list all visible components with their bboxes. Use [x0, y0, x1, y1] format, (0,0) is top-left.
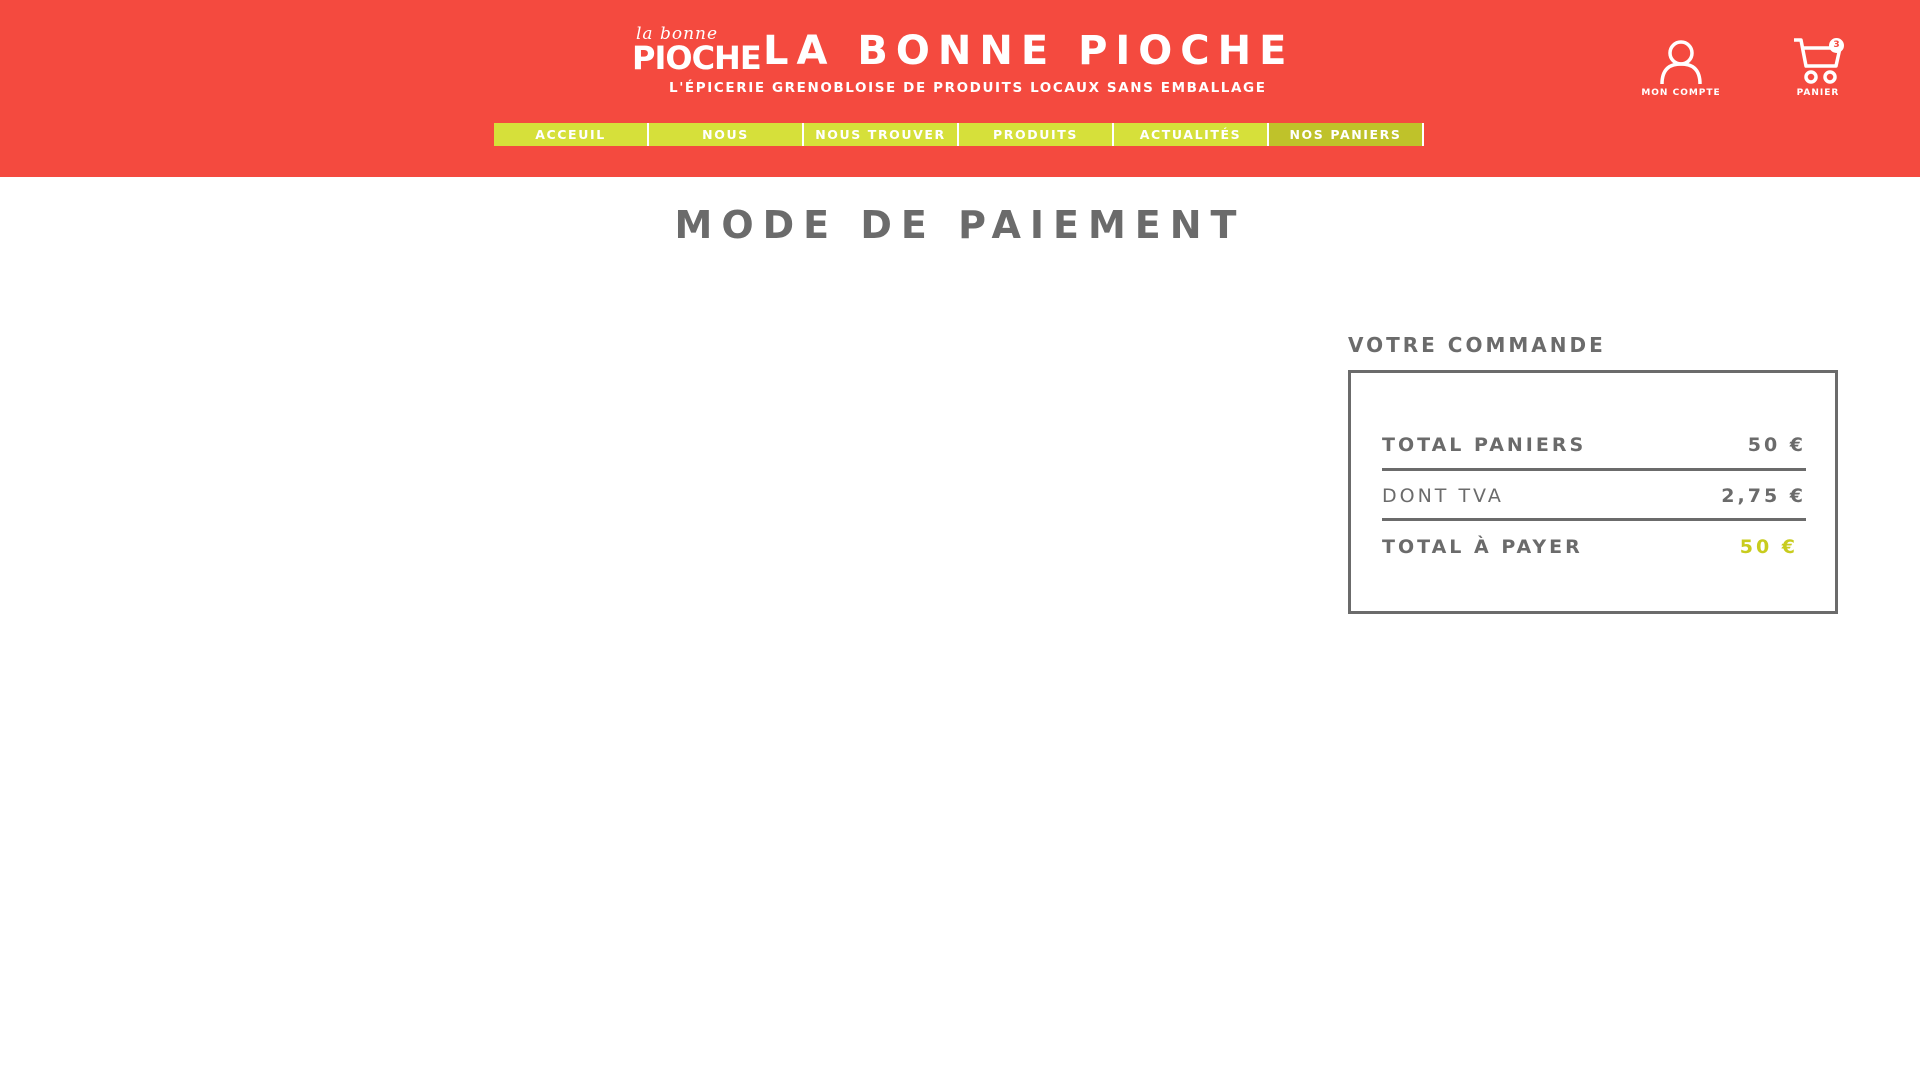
- page-title: MODE DE PAIEMENT: [674, 203, 1246, 247]
- total-to-pay-row: TOTAL À PAYER 50 €: [1382, 527, 1806, 567]
- logo[interactable]: la bonne PIOCHE: [632, 24, 762, 77]
- nav-item-nous-trouver[interactable]: NOUS TROUVER: [804, 123, 959, 146]
- site-tagline: L'ÉPICERIE GRENOBLOISE DE PRODUITS LOCAU…: [669, 80, 1267, 96]
- nav-item-actualites[interactable]: ACTUALITÉS: [1114, 123, 1269, 146]
- site-header: la bonne PIOCHE LA BONNE PIOCHE L'ÉPICER…: [0, 0, 1920, 177]
- divider: [1382, 468, 1806, 471]
- total-to-pay-value: 50 €: [1739, 536, 1798, 558]
- nav-item-nos-paniers[interactable]: NOS PANIERS: [1269, 123, 1424, 146]
- site-title[interactable]: LA BONNE PIOCHE: [763, 28, 1294, 74]
- vat-value: 2,75 €: [1721, 485, 1806, 507]
- vat-label: DONT TVA: [1382, 485, 1504, 507]
- nav-item-acceuil[interactable]: ACCEUIL: [494, 123, 649, 146]
- total-baskets-label: TOTAL PANIERS: [1382, 434, 1587, 456]
- total-baskets-value: 50 €: [1747, 434, 1806, 456]
- nav-item-nous[interactable]: NOUS: [649, 123, 804, 146]
- order-heading: VOTRE COMMANDE: [1348, 333, 1606, 357]
- main-nav: ACCEUIL NOUS NOUS TROUVER PRODUITS ACTUA…: [494, 123, 1426, 146]
- user-icon: [1640, 38, 1722, 86]
- order-summary: TOTAL PANIERS 50 € DONT TVA 2,75 € TOTAL…: [1348, 370, 1838, 614]
- vat-row: DONT TVA 2,75 €: [1382, 476, 1806, 516]
- cart-count-badge: 3: [1829, 38, 1844, 53]
- divider: [1382, 518, 1806, 521]
- cart-link[interactable]: 3 PANIER: [1784, 36, 1852, 108]
- cart-label: PANIER: [1796, 88, 1840, 98]
- nav-item-produits[interactable]: PRODUITS: [959, 123, 1114, 146]
- total-baskets-row: TOTAL PANIERS 50 €: [1382, 425, 1806, 465]
- account-label: MON COMPTE: [1641, 88, 1721, 98]
- total-to-pay-label: TOTAL À PAYER: [1382, 536, 1583, 558]
- account-link[interactable]: MON COMPTE: [1640, 38, 1722, 108]
- logo-big-text: PIOCHE: [632, 39, 762, 77]
